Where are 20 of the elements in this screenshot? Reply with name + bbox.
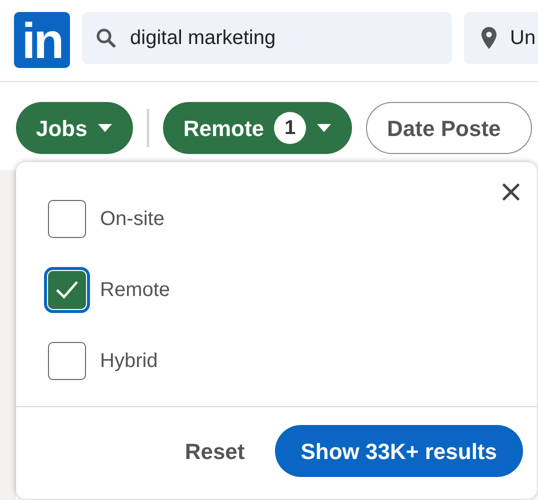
caret-icon: [97, 123, 114, 133]
checkbox[interactable]: [48, 200, 86, 238]
option-label[interactable]: Hybrid: [100, 346, 158, 376]
location-pin-icon: [480, 26, 498, 50]
logo[interactable]: in: [14, 12, 70, 68]
location-field[interactable]: Un: [464, 12, 538, 64]
checkmark-icon: [55, 280, 79, 300]
checkbox[interactable]: [48, 342, 86, 380]
close-icon: [501, 182, 521, 202]
filter-pill[interactable]: Date Poste: [366, 102, 532, 154]
option-label[interactable]: Remote: [100, 275, 170, 305]
caret-icon: [316, 123, 332, 133]
filter-pill[interactable]: Remote 1: [163, 102, 352, 154]
reset-button[interactable]: Reset: [180, 434, 249, 468]
search-icon: [94, 26, 118, 50]
show-results-button[interactable]: Show 33K+ results: [274, 425, 523, 477]
search-field[interactable]: digital marketing: [82, 12, 452, 64]
option-label[interactable]: On-site: [100, 204, 164, 234]
count-badge: 1: [274, 112, 306, 144]
filter-pill[interactable]: Jobs: [16, 102, 134, 154]
